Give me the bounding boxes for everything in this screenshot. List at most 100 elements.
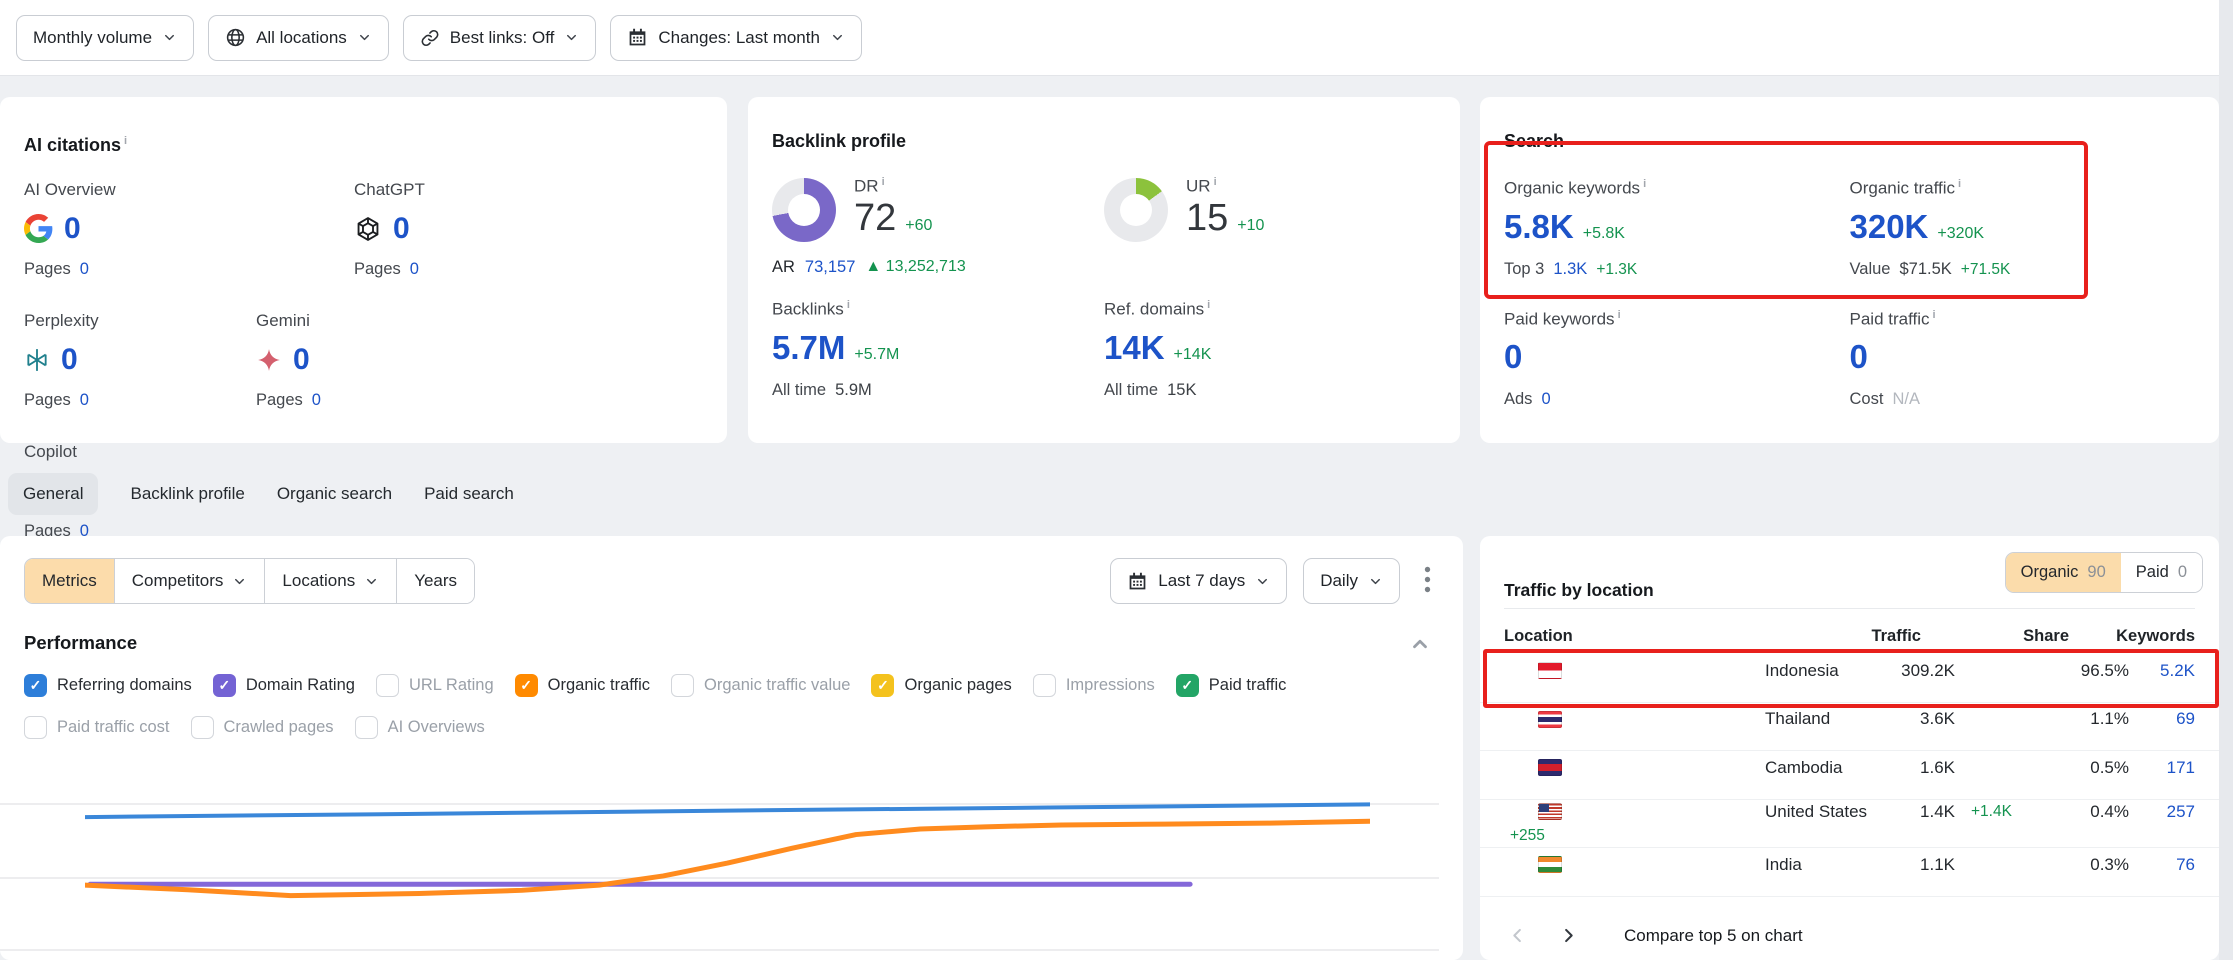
pages-label: Pages — [256, 391, 303, 410]
date-range-button[interactable]: Last 7 days — [1110, 558, 1287, 604]
location-row-thailand[interactable]: Thailand3.6K1.1%69 — [1480, 703, 2219, 752]
checkbox-domain-rating[interactable]: ✓Domain Rating — [213, 674, 355, 697]
info-icon[interactable]: i — [1618, 309, 1621, 321]
toggle-organic[interactable]: Organic90 — [2006, 553, 2121, 592]
filter-label: Monthly volume — [33, 28, 152, 48]
keywords-link[interactable]: 257 — [2139, 802, 2195, 822]
column-header-share[interactable]: Share — [1985, 627, 2069, 646]
chart-controls-row: MetricsCompetitorsLocations Years Last 7 … — [24, 558, 1439, 604]
ai-citation-count[interactable]: 0 — [61, 343, 78, 377]
checkbox-box — [376, 674, 399, 697]
segment-locations[interactable]: Locations — [264, 559, 396, 603]
kebab-menu-button[interactable] — [1416, 562, 1439, 600]
metric-delta: +14K — [1174, 346, 1212, 364]
metric-sub-value: 15K — [1167, 381, 1196, 400]
segment-label: Years — [414, 571, 457, 591]
ai-citation-label: Copilot — [24, 442, 256, 462]
ai-citation-label: ChatGPT — [354, 180, 684, 200]
keywords-link[interactable]: 76 — [2139, 855, 2195, 875]
metric-value-number[interactable]: 0 — [1504, 338, 1522, 376]
checkbox-crawled-pages[interactable]: Crawled pages — [191, 716, 334, 739]
pages-label: Pages — [24, 391, 71, 410]
link-icon — [420, 28, 440, 48]
flag-icon-kh — [1538, 759, 1562, 776]
filter-all-locations[interactable]: All locations — [208, 15, 389, 61]
location-name: Cambodia — [1765, 758, 1881, 778]
chevron-down-icon — [357, 30, 372, 45]
keywords-delta: +255 — [1504, 827, 1528, 845]
tab-backlink-profile[interactable]: Backlink profile — [130, 473, 244, 515]
metric-sub-label: All time — [772, 381, 826, 400]
toggle-paid[interactable]: Paid0 — [2121, 553, 2202, 592]
checkbox-box — [1033, 674, 1056, 697]
info-icon[interactable]: i — [1207, 299, 1210, 311]
tab-general[interactable]: General — [8, 473, 98, 515]
checkbox-organic-traffic[interactable]: ✓Organic traffic — [515, 674, 650, 697]
checkbox-box — [355, 716, 378, 739]
checkbox-paid-traffic[interactable]: ✓Paid traffic — [1176, 674, 1287, 697]
location-row-india[interactable]: India1.1K0.3%76 — [1480, 848, 2219, 897]
location-row-cambodia[interactable]: Cambodia1.6K0.5%171 — [1480, 751, 2219, 800]
flag-icon-in — [1538, 856, 1562, 873]
kebab-icon — [1424, 566, 1431, 593]
info-icon[interactable]: i — [882, 176, 885, 188]
filter-monthly-volume[interactable]: Monthly volume — [16, 15, 194, 61]
location-name: Thailand — [1765, 709, 1881, 729]
checkbox-organic-traffic-value[interactable]: Organic traffic value — [671, 674, 850, 697]
pages-count[interactable]: 0 — [80, 260, 89, 279]
metric-value-number[interactable]: 14K — [1104, 329, 1165, 367]
info-icon[interactable]: i — [847, 299, 850, 311]
checkbox-paid-traffic-cost[interactable]: Paid traffic cost — [24, 716, 170, 739]
traffic-value: 1.4K — [1891, 802, 1955, 822]
metric-value-number[interactable]: 5.7M — [772, 329, 845, 367]
pages-count[interactable]: 0 — [312, 391, 321, 410]
ai-citation-count[interactable]: 0 — [64, 212, 81, 246]
info-icon[interactable]: i — [124, 135, 127, 147]
gemini-icon — [256, 347, 282, 373]
checkbox-impressions[interactable]: Impressions — [1033, 674, 1155, 697]
segment-metrics[interactable]: Metrics — [25, 559, 114, 603]
info-icon[interactable]: i — [1214, 176, 1217, 188]
filter-changes-last-month[interactable]: Changes: Last month — [610, 15, 862, 61]
checkbox-url-rating[interactable]: URL Rating — [376, 674, 494, 697]
checkbox-organic-pages[interactable]: ✓Organic pages — [871, 674, 1011, 697]
ai-citation-ai-overview: AI Overview0Pages0 — [24, 180, 354, 279]
info-icon[interactable]: i — [1933, 309, 1936, 321]
location-row-united-states[interactable]: United States1.4K+1.4K0.4%257+255 — [1480, 800, 2219, 849]
keywords-link[interactable]: 69 — [2139, 709, 2195, 729]
tab-organic-search[interactable]: Organic search — [277, 473, 392, 515]
ai-citation-count[interactable]: 0 — [293, 343, 310, 377]
filter-best-links-off[interactable]: Best links: Off — [403, 15, 597, 61]
filter-label: Best links: Off — [450, 28, 555, 48]
ar-value[interactable]: 73,157 — [805, 258, 855, 277]
location-name: India — [1765, 855, 1881, 875]
column-header-keywords[interactable]: Keywords — [2069, 627, 2195, 646]
next-page-button[interactable] — [1557, 924, 1580, 947]
calendar-icon — [627, 27, 648, 48]
keywords-link[interactable]: 171 — [2139, 758, 2195, 778]
segment-years[interactable]: Years — [396, 559, 474, 603]
traffic-value: 1.6K — [1891, 758, 1955, 778]
compare-top5-link[interactable]: Compare top 5 on chart — [1624, 926, 1803, 946]
checkbox-referring-domains[interactable]: ✓Referring domains — [24, 674, 192, 697]
tab-paid-search[interactable]: Paid search — [424, 473, 514, 515]
collapse-section-button[interactable] — [1403, 632, 1437, 659]
prev-page-button[interactable] — [1506, 924, 1529, 947]
pages-count[interactable]: 0 — [80, 391, 89, 410]
chevron-down-icon — [162, 30, 177, 45]
pages-count[interactable]: 0 — [410, 260, 419, 279]
granularity-button[interactable]: Daily — [1303, 558, 1400, 604]
ai-citation-label: Gemini — [256, 311, 488, 331]
location-table-footer: Compare top 5 on chart — [1506, 924, 1803, 947]
scrollbar-track[interactable] — [2219, 0, 2233, 960]
toggle-label: Paid — [2136, 563, 2169, 582]
ai-citation-count[interactable]: 0 — [393, 212, 410, 246]
metric-value-number[interactable]: 0 — [1850, 338, 1868, 376]
column-header-location[interactable]: Location — [1504, 627, 1781, 646]
checkbox-ai-overviews[interactable]: AI Overviews — [355, 716, 485, 739]
metric-sub-value[interactable]: 0 — [1541, 390, 1550, 409]
segment-competitors[interactable]: Competitors — [114, 559, 265, 603]
column-header-traffic[interactable]: Traffic — [1781, 627, 1921, 646]
metric-sub-value: 5.9M — [835, 381, 872, 400]
checkbox-box: ✓ — [213, 674, 236, 697]
